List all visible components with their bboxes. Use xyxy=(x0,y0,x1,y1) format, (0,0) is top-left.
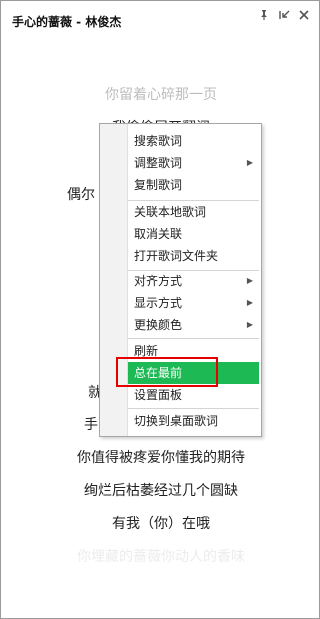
lyric-line: 你留着心碎那一页 xyxy=(105,87,217,103)
menu-item-refresh[interactable]: 刷新 xyxy=(128,340,259,362)
lyrics-window: 手心的蔷薇 - 林俊杰 你留着心碎那一页 我偷偷展开翻阅 偶尔 就 手 你值得被… xyxy=(0,0,320,619)
menu-item-adjust-lyrics[interactable]: 调整歌词 ▶ xyxy=(128,152,259,174)
menu-item-always-on-top[interactable]: 总在最前 xyxy=(128,362,259,384)
menu-item-search-lyrics[interactable]: 搜索歌词 xyxy=(128,130,259,152)
submenu-arrow-icon: ▶ xyxy=(246,276,253,285)
lyric-line: 绚烂后枯萎经过几个圆缺 xyxy=(84,483,238,499)
minimize-icon[interactable] xyxy=(277,8,291,22)
menu-item-open-lyrics-folder[interactable]: 打开歌词文件夹 xyxy=(128,245,259,267)
menu-item-settings-panel[interactable]: 设置面板 xyxy=(128,384,259,406)
close-icon[interactable] xyxy=(297,8,311,22)
menu-item-unlink[interactable]: 取消关联 xyxy=(128,223,259,245)
title-buttons xyxy=(257,8,311,22)
lyric-line: 有我（你）在哦 xyxy=(112,516,210,532)
lyric-line: 你值得被疼爱你懂我的期待 xyxy=(77,450,245,466)
window-title: 手心的蔷薇 - 林俊杰 xyxy=(12,15,122,29)
menu-icon-strip xyxy=(100,124,128,436)
menu-separator xyxy=(128,338,259,339)
submenu-arrow-icon: ▶ xyxy=(246,320,253,329)
menu-separator xyxy=(128,408,259,409)
menu-item-link-local-lyrics[interactable]: 关联本地歌词 xyxy=(128,201,259,223)
submenu-arrow-icon: ▶ xyxy=(246,158,253,167)
submenu-arrow-icon: ▶ xyxy=(246,298,253,307)
menu-item-switch-to-desktop-lyrics[interactable]: 切换到桌面歌词 xyxy=(128,410,259,432)
lyric-line: 你埋藏的蔷薇你动人的香味 xyxy=(77,549,245,565)
menu-item-alignment[interactable]: 对齐方式 ▶ xyxy=(128,270,259,292)
pin-icon[interactable] xyxy=(257,8,271,22)
context-menu: 搜索歌词 调整歌词 ▶ 复制歌词 关联本地歌词 取消关联 打开歌词文件夹 对齐方式… xyxy=(99,123,262,437)
menu-item-change-color[interactable]: 更换颜色 ▶ xyxy=(128,314,259,336)
menu-item-display-mode[interactable]: 显示方式 ▶ xyxy=(128,292,259,314)
menu-item-copy-lyrics[interactable]: 复制歌词 xyxy=(128,174,259,196)
